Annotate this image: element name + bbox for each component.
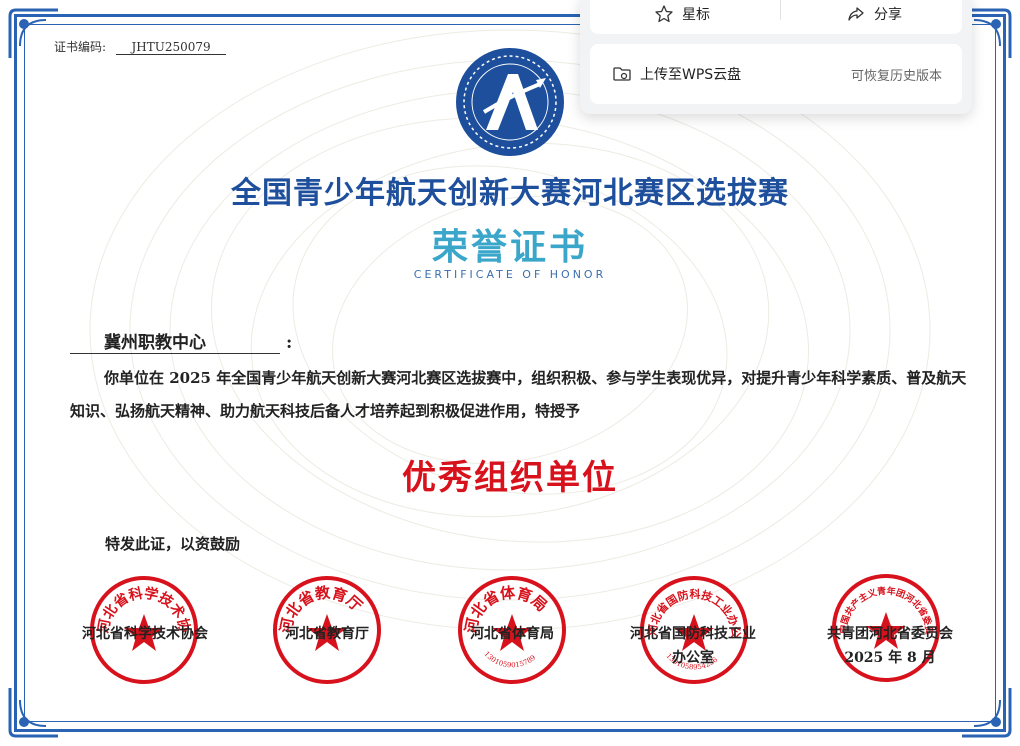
issuer-defense-industry-office: 河北省国防科技工业办公室 [628,622,758,670]
issuer-science-association: 河北省科学技术协会 [82,626,208,642]
corner-ornament-bottom-left [8,688,58,738]
issuer-education-department: 河北省教育厅 [285,626,369,642]
restore-history-link[interactable]: 可恢复历史版本 [851,65,942,84]
issuer-youth-league: 共青团河北省委员会 2025 年 8 月 [800,622,980,670]
certificate-number-label: 证书编码: [54,40,107,54]
share-button[interactable]: 分享 [846,0,902,28]
star-button[interactable]: 星标 [654,0,710,28]
honor-subtitle: CERTIFICATE OF HONOR [413,268,607,281]
popup-divider [780,0,781,20]
share-label: 分享 [874,7,902,23]
popup-upload-row: 上传至WPS云盘 可恢复历史版本 [590,44,962,104]
issuer-defense-industry-office-name: 河北省国防科技工业办公室 [630,626,756,666]
recipient-line: 冀州职教中心: [70,328,292,354]
svg-text:1301059015789: 1301059015789 [482,650,537,669]
recipient-name: 冀州职教中心 [70,328,280,354]
recipient-colon: : [286,333,293,353]
upload-label: 上传至WPS云盘 [640,67,742,83]
contest-title: 全国青少年航天创新大赛河北赛区选拔赛 [231,176,789,211]
certificate-body-text: 你单位在 2025 年全国青少年航天创新大赛河北赛区选拔赛中，组织积极、参与学生… [70,369,967,420]
award-title: 优秀组织单位 [402,458,618,498]
cloud-folder-icon [613,67,631,81]
issuer-youth-league-name: 共青团河北省委员会 [827,626,953,642]
closing-text: 特发此证，以资鼓励 [105,535,241,553]
popup-top-row: 星标 分享 [590,0,962,34]
upload-to-wps-cloud-button[interactable]: 上传至WPS云盘 [612,64,741,84]
issuer-sports-bureau: 河北省体育局 [470,626,554,642]
honor-title: 荣誉证书 [431,227,588,268]
star-icon [655,5,673,23]
share-icon [848,7,864,21]
contest-logo [456,48,564,156]
issue-date: 2025 年 8 月 [844,650,936,666]
certificate-number-value: JHTU250079 [116,40,227,55]
certificate-number: 证书编码: JHTU250079 [54,38,227,55]
star-label: 星标 [682,7,710,23]
file-menu-popup: 星标 分享 上传至WPS云盘 可恢复历史版本 [580,0,972,114]
corner-ornament-bottom-right [962,688,1012,738]
